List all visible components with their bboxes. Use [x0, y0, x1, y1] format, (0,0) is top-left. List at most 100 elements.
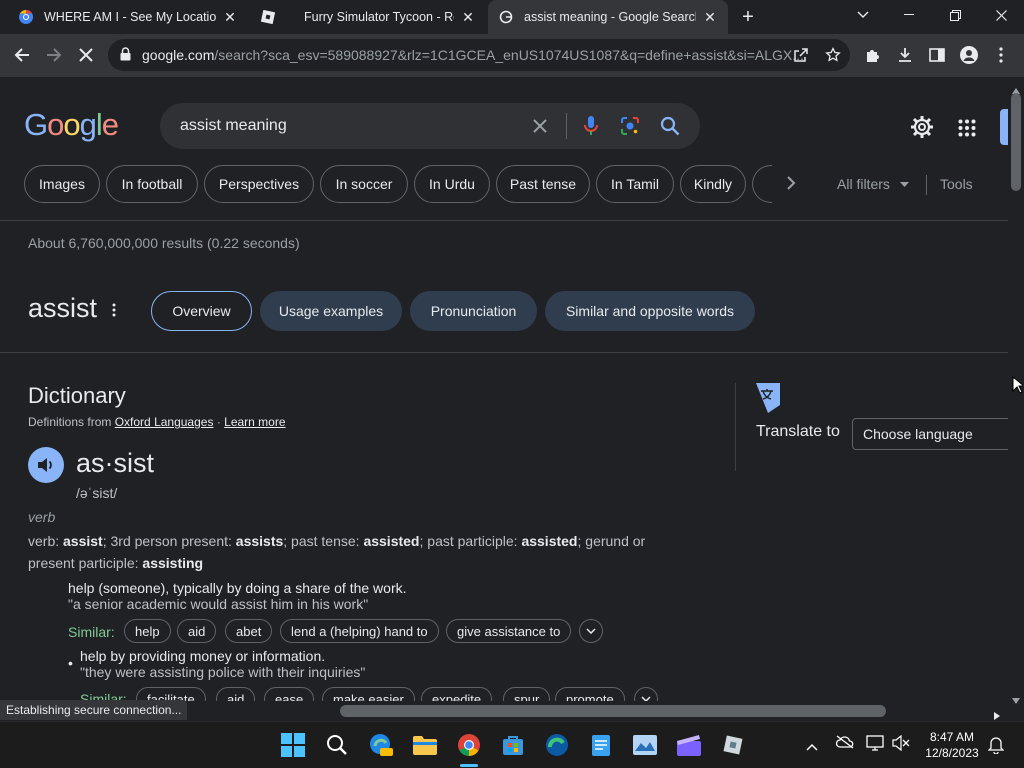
address-bar[interactable]: google.com /search?sca_esv=589088927&rlz… — [108, 39, 850, 71]
expand-similar-button[interactable] — [579, 619, 603, 643]
share-button[interactable] — [786, 40, 816, 70]
tab-furry-simulator[interactable]: Furry Simulator Tycoon - Rob ✕ — [250, 0, 486, 34]
pill-overview[interactable]: Overview — [151, 291, 252, 331]
forms-text-3: ; past participle: — [419, 533, 518, 549]
learn-more-link[interactable]: Learn more — [224, 415, 285, 429]
chip-kindly[interactable]: Kindly — [680, 165, 746, 203]
word-title: assist — [28, 293, 98, 323]
lock-icon — [120, 46, 134, 64]
taskbar-clipchamp[interactable] — [676, 732, 702, 758]
close-icon[interactable]: ✕ — [702, 9, 718, 25]
translate-label: Translate to — [756, 423, 840, 440]
similar-chip[interactable]: expedite — [421, 687, 493, 701]
chip-in-football[interactable]: In football — [106, 165, 198, 203]
network-icon[interactable] — [866, 735, 886, 756]
forward-button[interactable] — [39, 40, 69, 70]
clapperboard-icon — [677, 735, 701, 756]
tab-where-am-i[interactable]: WHERE AM I - See My Location I ✕ — [8, 0, 248, 34]
tab-search-button[interactable] — [840, 0, 886, 30]
taskbar-microsoft-store[interactable] — [500, 732, 526, 758]
similar-chip[interactable]: aid — [216, 687, 256, 701]
taskbar-notepad[interactable] — [588, 732, 614, 758]
similar-chip[interactable]: promote — [555, 687, 625, 701]
chip-in-tamil[interactable]: In Tamil — [596, 165, 674, 203]
lens-icon[interactable] — [620, 116, 640, 141]
similar-chip[interactable]: lend a (helping) hand to — [280, 619, 439, 643]
extensions-button[interactable] — [858, 40, 888, 70]
taskbar-chrome[interactable] — [456, 732, 482, 758]
close-icon[interactable]: ✕ — [222, 9, 238, 25]
similar-chip[interactable]: ease — [264, 687, 315, 701]
taskbar-edge-beta[interactable] — [368, 732, 394, 758]
search-input[interactable]: assist meaning — [180, 117, 287, 135]
close-window-button[interactable] — [978, 0, 1024, 30]
notification-bell-icon[interactable] — [987, 736, 1005, 759]
similar-chip[interactable]: aid — [177, 619, 217, 643]
restore-button[interactable] — [932, 0, 978, 30]
microphone-icon[interactable] — [584, 115, 598, 142]
similar-chip[interactable]: help — [124, 619, 171, 643]
menu-button[interactable] — [986, 40, 1016, 70]
onedrive-icon[interactable] — [835, 735, 854, 754]
chip-images[interactable]: Images — [24, 165, 100, 203]
clock[interactable]: 8:47 AM 12/8/2023 — [924, 729, 980, 761]
translate-icon — [756, 383, 780, 418]
stop-loading-button[interactable] — [71, 40, 101, 70]
windows-taskbar: 8:47 AM 12/8/2023 — [0, 721, 1024, 768]
close-icon — [995, 9, 1007, 21]
chip-in-urdu[interactable]: In Urdu — [414, 165, 490, 203]
apps-grid-icon[interactable] — [958, 119, 976, 142]
scroll-thumb[interactable] — [1011, 93, 1021, 191]
bookmark-button[interactable] — [818, 40, 848, 70]
google-logo[interactable]: Google — [24, 107, 119, 143]
forms-label: verb: — [28, 533, 60, 549]
new-tab-button[interactable]: + — [733, 2, 763, 32]
all-filters-button[interactable]: All filters — [837, 176, 909, 192]
chevron-down-icon — [857, 11, 869, 18]
chevron-right-icon[interactable] — [786, 175, 796, 196]
taskbar-file-explorer[interactable] — [412, 732, 438, 758]
side-panel-button[interactable] — [922, 40, 952, 70]
search-box[interactable]: assist meaning — [160, 103, 700, 149]
caret-down-icon — [899, 181, 909, 187]
settings-gear-icon[interactable] — [910, 115, 934, 144]
more-options-icon[interactable] — [112, 303, 116, 322]
similar-chip[interactable]: spur — [503, 687, 551, 701]
taskbar-photos[interactable] — [632, 732, 658, 758]
chip-perspectives[interactable]: Perspectives — [204, 165, 314, 203]
sense2-definition: help by providing money or information. — [80, 648, 326, 664]
pill-similar-opposite[interactable]: Similar and opposite words — [545, 291, 755, 331]
similar-chip[interactable]: give assistance to — [446, 619, 572, 643]
taskbar-roblox-studio[interactable] — [720, 732, 746, 758]
clear-search-icon[interactable] — [532, 118, 548, 139]
taskbar-search-button[interactable] — [324, 732, 350, 758]
account-button[interactable] — [1000, 109, 1008, 145]
volume-muted-icon[interactable] — [892, 734, 910, 756]
pill-pronunciation[interactable]: Pronunciation — [410, 291, 537, 331]
taskbar-edge[interactable] — [544, 732, 570, 758]
start-button[interactable] — [280, 732, 306, 758]
pronounce-button[interactable] — [28, 447, 64, 483]
forms-text-2: ; past tense: — [283, 533, 360, 549]
similar-chip[interactable]: facilitate — [136, 687, 206, 701]
tray-chevron-up-icon[interactable] — [806, 738, 818, 756]
tab-assist-meaning[interactable]: assist meaning - Google Search ✕ — [488, 0, 728, 34]
pill-usage-examples[interactable]: Usage examples — [260, 291, 402, 331]
search-icon[interactable] — [660, 116, 680, 141]
minimize-button[interactable] — [886, 0, 932, 30]
downloads-button[interactable] — [890, 40, 920, 70]
expand-similar-button[interactable] — [634, 687, 658, 701]
back-button[interactable] — [7, 40, 37, 70]
chip-past-tense[interactable]: Past tense — [496, 165, 590, 203]
chip-in-soccer[interactable]: In soccer — [320, 165, 408, 203]
chip-partial[interactable] — [752, 165, 772, 203]
scroll-down-arrow[interactable] — [1012, 691, 1020, 709]
hscroll-thumb[interactable] — [340, 705, 886, 717]
similar-chip[interactable]: make easier — [322, 687, 415, 701]
oxford-languages-link[interactable]: Oxford Languages — [115, 415, 214, 429]
close-icon[interactable]: ✕ — [460, 9, 476, 25]
language-select[interactable]: Choose language — [852, 418, 1008, 450]
similar-chip[interactable]: abet — [225, 619, 273, 643]
tools-button[interactable]: Tools — [940, 176, 973, 192]
profile-button[interactable] — [954, 40, 984, 70]
